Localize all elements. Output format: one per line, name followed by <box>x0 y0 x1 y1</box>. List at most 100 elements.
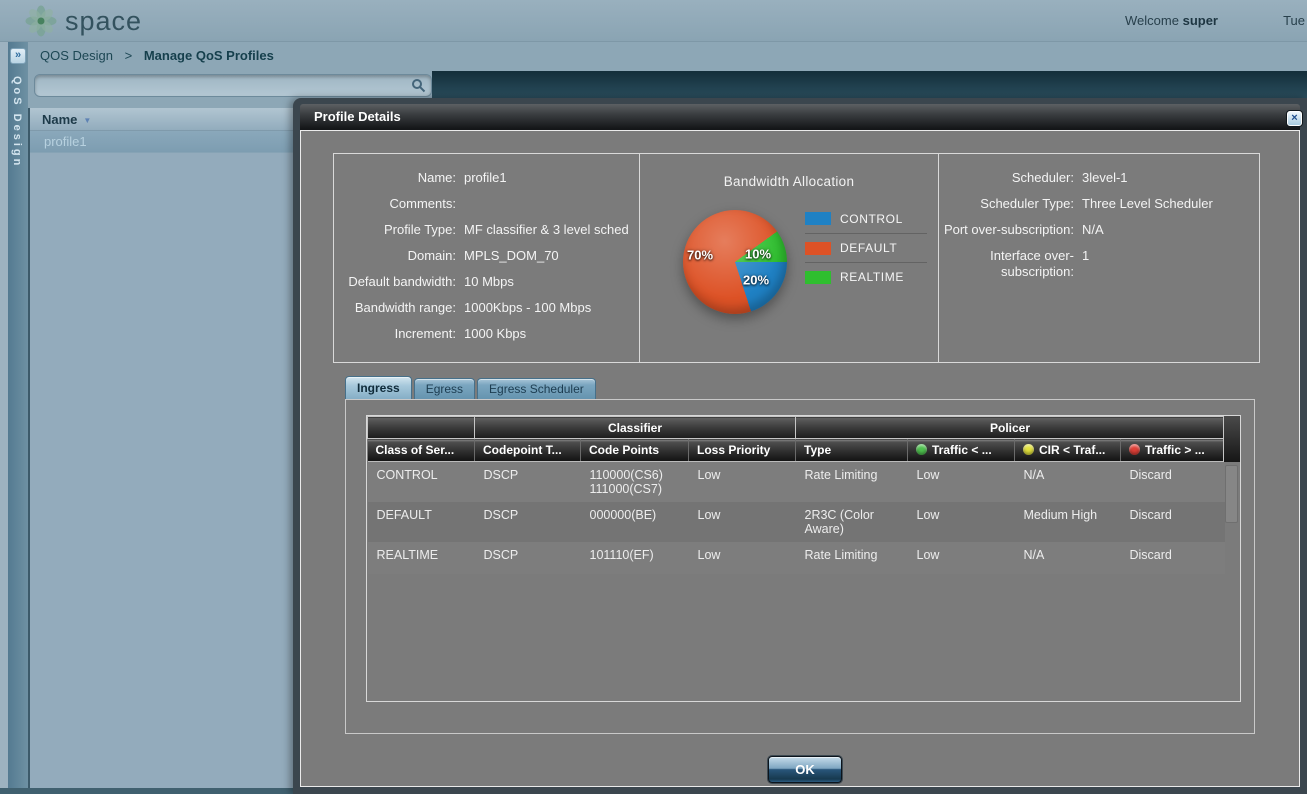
tab-ingress[interactable]: Ingress <box>345 376 412 399</box>
field-label: Default bandwidth: <box>348 274 456 289</box>
cell: Low <box>916 507 940 522</box>
field-row: Profile Type: MF classifier & 3 level sch… <box>334 222 639 238</box>
field-value: 10 Mbps <box>464 274 514 289</box>
classifier-policer-table: Classifier Policer Class of Ser... Codep… <box>366 415 1241 702</box>
field-label: Bandwidth range: <box>354 300 456 315</box>
cell: DSCP <box>483 507 519 522</box>
field-label: Name: <box>417 170 456 185</box>
scheduler-info-panel: Scheduler: 3level-1 Scheduler Type: Three … <box>938 153 1260 363</box>
red-dot-icon <box>1129 444 1140 455</box>
field-value: Three Level Scheduler <box>1082 196 1213 211</box>
dialog-header[interactable]: Profile Details <box>300 104 1300 130</box>
field-label: Scheduler: <box>1011 170 1074 185</box>
breadcrumb-parent[interactable]: QOS Design <box>40 48 113 63</box>
expand-sidebar-button[interactable]: » <box>10 48 26 64</box>
cell: 2R3C (Color Aware) <box>804 507 874 536</box>
breadcrumb: QOS Design > Manage QoS Profiles <box>28 42 1307 70</box>
field-row: Bandwidth range: 1000Kbps - 100 Mbps <box>334 300 639 316</box>
welcome-text: Welcome super <box>1125 13 1218 28</box>
cell: 101110(EF) <box>589 547 654 562</box>
column-header-loss-priority[interactable]: Loss Priority <box>688 438 796 462</box>
list-item-profile1[interactable]: profile1 <box>30 131 293 153</box>
pie-slice-label-control: 20% <box>742 272 770 288</box>
legend-item: DEFAULT <box>805 233 927 262</box>
cell: Rate Limiting <box>804 547 878 562</box>
ok-button[interactable]: OK <box>768 756 842 783</box>
field-row: Scheduler: 3level-1 <box>939 170 1259 186</box>
column-header-cir-traffic[interactable]: CIR < Traf... <box>1014 438 1121 462</box>
field-row: Increment: 1000 Kbps <box>334 326 639 342</box>
chevron-right-icon: » <box>14 49 22 61</box>
list-header-name[interactable]: Name ▼ <box>30 108 293 131</box>
field-value: N/A <box>1082 222 1104 237</box>
profiles-list-panel: Name ▼ profile1 <box>28 108 293 788</box>
profile-info-panel: Name: profile1 Comments: Profile Type: MF … <box>333 153 640 363</box>
profile-details-dialog: Profile Details × Name: profile1 Comments… <box>293 98 1307 794</box>
cell: 000000(BE) <box>589 507 657 522</box>
legend-swatch-control <box>805 212 831 225</box>
group-header-policer: Policer <box>794 416 1226 439</box>
legend-label: DEFAULT <box>840 241 898 255</box>
cell: Discard <box>1129 507 1172 522</box>
green-dot-icon <box>916 444 927 455</box>
cell: Low <box>697 468 721 482</box>
detail-tabs: Ingress Egress Egress Scheduler <box>345 376 596 399</box>
field-value: 1000 Kbps <box>464 326 527 341</box>
breadcrumb-bar: QOS Design > Manage QoS Profiles <box>28 42 1307 70</box>
legend-label: CONTROL <box>840 211 903 226</box>
field-value: 1 <box>1082 248 1090 263</box>
column-header-codepoint-type[interactable]: Codepoint T... <box>474 438 581 462</box>
sidebar-vertical-label: QoS Design <box>11 76 23 169</box>
field-value: 1000Kbps - 100 Mbps <box>464 300 592 315</box>
datetime-text: Tue <box>1283 13 1305 28</box>
field-row: Domain: MPLS_DOM_70 <box>334 248 639 264</box>
cell: DSCP <box>483 547 519 562</box>
username: super <box>1182 13 1218 28</box>
breadcrumb-current: Manage QoS Profiles <box>143 48 274 63</box>
cell: Low <box>916 468 940 482</box>
legend-swatch-default <box>805 241 831 255</box>
column-header-traffic-below[interactable]: Traffic < ... <box>907 438 1015 462</box>
search-box <box>34 74 432 97</box>
bottom-strip <box>0 788 293 794</box>
field-row: Interface over-subscription: 1 <box>939 248 1259 280</box>
tab-egress[interactable]: Egress <box>413 378 476 399</box>
collapsed-sidebar: » QoS Design <box>8 42 28 794</box>
table-row[interactable]: REALTIME DSCP 101110(EF) Low Rate Limiti… <box>367 541 1225 574</box>
breadcrumb-separator: > <box>124 48 133 63</box>
scrollbar-thumb[interactable] <box>1225 465 1238 523</box>
close-button[interactable]: × <box>1287 111 1302 126</box>
column-header-code-points[interactable]: Code Points <box>580 438 689 462</box>
field-value <box>464 196 639 212</box>
tab-egress-scheduler[interactable]: Egress Scheduler <box>477 378 596 399</box>
column-header-traffic-above[interactable]: Traffic > ... <box>1120 438 1225 462</box>
pie-legend: CONTROL DEFAULT REALTIME <box>805 204 927 291</box>
field-label: Comments: <box>389 196 456 211</box>
pie-slice-label-default: 70% <box>686 247 714 263</box>
cell: DSCP <box>483 468 519 482</box>
cell: Low <box>916 547 940 562</box>
field-label: Domain: <box>407 248 456 263</box>
field-row: Name: profile1 <box>334 170 639 186</box>
chart-title: Bandwidth Allocation <box>723 174 855 189</box>
pie-slice-label-realtime: 10% <box>744 246 772 262</box>
field-row: Comments: <box>334 196 639 212</box>
field-value: 3level-1 <box>1082 170 1128 185</box>
cell: 110000(CS6) 111000(CS7) <box>589 468 663 496</box>
app-logo: space <box>24 4 142 38</box>
search-input[interactable] <box>34 74 432 97</box>
table-row[interactable]: DEFAULT DSCP 000000(BE) Low 2R3C (Color … <box>367 501 1225 542</box>
legend-item: CONTROL <box>805 204 927 233</box>
column-header-type[interactable]: Type <box>795 438 908 462</box>
field-row: Scheduler Type: Three Level Scheduler <box>939 196 1259 212</box>
group-header-empty <box>367 416 475 439</box>
field-value: MF classifier & 3 level sched <box>464 222 629 237</box>
table-row[interactable]: CONTROL DSCP 110000(CS6) 111000(CS7) Low… <box>367 461 1225 502</box>
column-header-class-of-service[interactable]: Class of Ser... <box>367 438 475 462</box>
dialog-title: Profile Details <box>314 109 401 124</box>
field-label: Profile Type: <box>383 222 456 237</box>
cell: CONTROL <box>376 468 438 482</box>
field-value: MPLS_DOM_70 <box>464 248 559 263</box>
legend-label: REALTIME <box>840 270 904 284</box>
flower-logo-icon <box>25 5 57 37</box>
